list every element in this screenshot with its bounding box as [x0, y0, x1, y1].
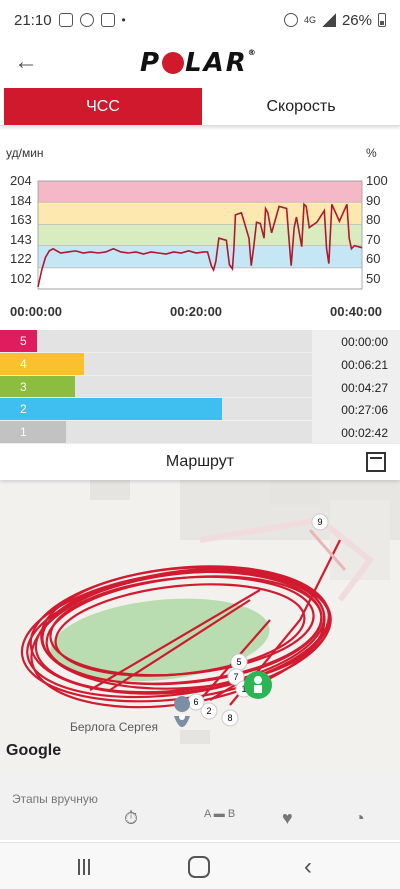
zone-number: 5	[20, 334, 27, 348]
laps-title: Этапы вручную	[12, 792, 98, 806]
y-tick-left: 102	[10, 271, 32, 286]
route-map[interactable]: 9 5 7 1 6 2 8 Берлога Сергея Google	[0, 480, 400, 770]
x-tick: 00:00:00	[10, 304, 63, 319]
recent-apps-button[interactable]	[78, 855, 102, 879]
y-tick-right: 60	[366, 251, 381, 267]
poi-label: Берлога Сергея	[70, 720, 159, 734]
marker-8: 8	[227, 713, 232, 723]
speed-icon: ◔	[354, 808, 365, 828]
zone-row: 3 00:04:27	[0, 375, 400, 399]
zone-row: 1 00:02:42	[0, 421, 400, 444]
system-nav-bar: ‹	[0, 842, 400, 889]
y-tick-left: 143	[10, 231, 32, 247]
zone-row: 2 00:27:06	[0, 398, 400, 422]
zone-bar	[0, 421, 66, 443]
x-tick: 00:20:00	[170, 304, 223, 319]
heart-icon: ♥	[282, 808, 293, 828]
zone-number: 2	[20, 402, 27, 417]
marker-2: 2	[206, 706, 211, 716]
hr-zone-band	[38, 224, 362, 246]
hr-zone-band	[38, 245, 362, 268]
marker-9: 9	[317, 517, 322, 527]
zone-number: 3	[20, 379, 27, 394]
y-tick-right: 70	[366, 231, 381, 247]
stopwatch-icon: ⏱	[124, 808, 139, 828]
zone-number: 1	[20, 425, 27, 440]
zone-time: 00:00:00	[341, 335, 388, 349]
home-button[interactable]	[188, 856, 210, 878]
zone-bar	[0, 330, 38, 352]
zone-row: 5 00:00:00	[0, 330, 400, 353]
zone-bar	[0, 398, 222, 421]
google-logo: Google	[6, 742, 62, 759]
y-tick-left: 163	[10, 212, 32, 228]
zone-time: 00:02:42	[341, 426, 388, 441]
manual-laps: Этапы вручную ⏱ A ▬ B ♥ ◔	[0, 770, 400, 840]
zone-bar	[0, 352, 85, 375]
y-tick-left: 122	[10, 251, 32, 267]
y-tick-left: 184	[10, 192, 32, 208]
hr-chart-plot	[37, 180, 363, 290]
zone-time: 00:27:06	[341, 403, 388, 418]
marker-7: 7	[233, 672, 238, 682]
x-tick: 00:40:00	[330, 304, 383, 319]
hr-zone-band	[38, 202, 362, 225]
y-tick-right: 80	[366, 212, 381, 228]
ruler-icon: A ▬ B	[204, 808, 236, 820]
hr-zones: 5 00:00:00 4 00:06:21 3 00:04:27 2 00:27:06 1 00:…	[0, 330, 400, 444]
y-tick-right: 90	[366, 192, 381, 208]
y-tick-right: 50	[366, 271, 381, 286]
marker-5: 5	[236, 657, 241, 667]
zone-row: 4 00:06:21	[0, 352, 400, 376]
y-tick-left: 204	[10, 173, 32, 188]
zone-time: 00:04:27	[341, 380, 388, 395]
map-canvas: 9 5 7 1 6 2 8	[20, 480, 400, 744]
route-header: Маршрут	[0, 444, 400, 480]
expand-icon[interactable]	[366, 452, 386, 472]
zone-bar	[0, 375, 75, 398]
y-tick-right: 100	[366, 173, 388, 188]
zone-number: 4	[20, 356, 27, 371]
marker-6: 6	[193, 697, 198, 707]
route-title: Маршрут	[165, 453, 235, 470]
zone-time: 00:06:21	[341, 357, 388, 372]
system-back-button[interactable]: ‹	[304, 855, 328, 879]
hr-zone-band	[38, 181, 362, 203]
